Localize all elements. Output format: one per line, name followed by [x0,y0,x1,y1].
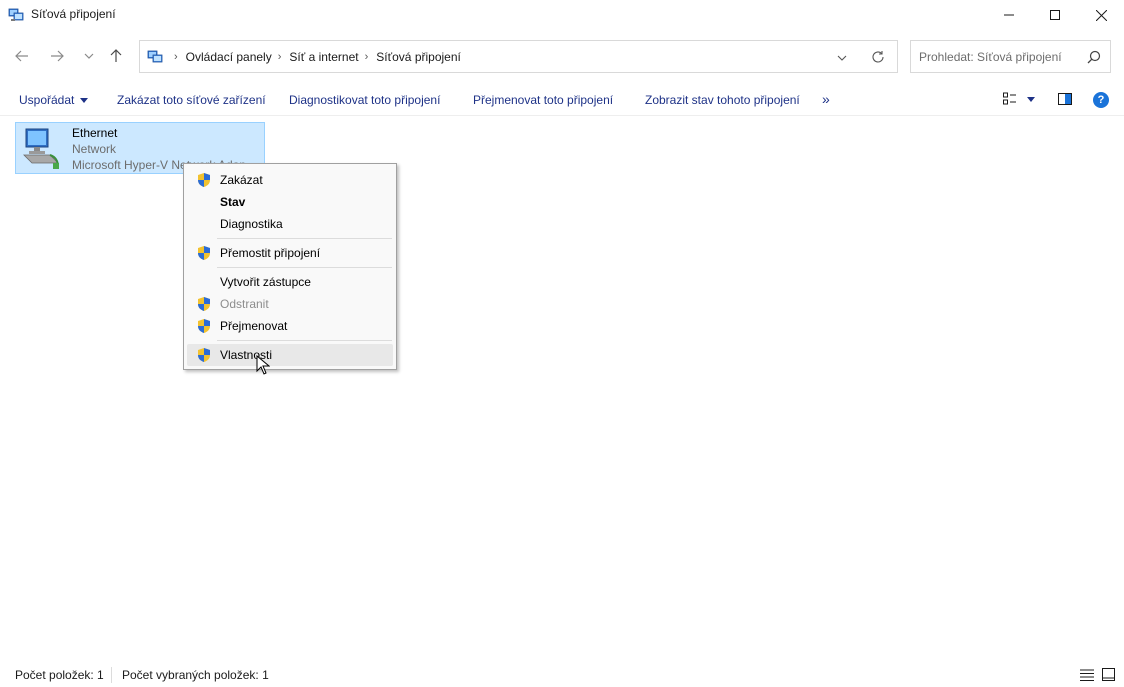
uac-shield-icon [198,348,210,362]
menu-item-label: Přejmenovat [220,319,288,333]
menu-item-label: Diagnostika [220,217,283,231]
menu-item-label: Přemostit připojení [220,246,321,260]
refresh-button[interactable] [870,49,886,65]
menu-item-label: Vytvořit zástupce [220,275,311,289]
forward-button[interactable] [46,45,68,67]
search-input[interactable] [919,49,1079,65]
search-box[interactable] [910,40,1111,73]
menu-item-rename[interactable]: Přejmenovat [187,315,393,337]
menu-item-label: Zakázat [220,173,263,187]
status-divider [111,667,112,683]
item-count: Počet položek: 1 [15,668,104,682]
breadcrumb-network-connections[interactable]: Síťová připojení [376,50,461,64]
menu-item-properties[interactable]: Vlastnosti [187,344,393,366]
up-button[interactable] [105,45,127,67]
context-menu: Zakázat Stav Diagnostika Přemostit připo… [183,163,397,370]
chevron-right-icon[interactable]: › [174,51,178,63]
menu-item-label: Odstranit [220,297,269,311]
close-button[interactable] [1078,0,1124,30]
connection-name: Ethernet [72,126,118,140]
rename-connection-button[interactable]: Přejmenovat toto připojení [473,93,613,107]
caret-down-icon [80,98,89,104]
chevron-down-icon [84,53,94,59]
breadcrumb-network-internet[interactable]: Síť a internet [289,50,358,64]
breadcrumb: › Ovládací panely › Síť a internet › Síť… [168,50,461,64]
uac-shield-icon [198,297,210,311]
close-icon [1095,9,1107,21]
arrow-up-icon [110,49,122,62]
address-history-button[interactable] [834,50,850,66]
window-title: Síťová připojení [31,7,116,21]
preview-pane-icon[interactable] [1058,93,1072,105]
menu-item-create-shortcut[interactable]: Vytvořit zástupce [187,271,393,293]
details-view-icon[interactable] [1080,669,1094,681]
organize-button[interactable]: Uspořádat [19,93,89,107]
search-icon[interactable] [1087,50,1101,64]
disable-device-button[interactable]: Zakázat toto síťové zařízení [117,93,266,107]
status-bar: Počet položek: 1 Počet vybraných položek… [0,663,1124,687]
more-commands-button[interactable]: » [822,91,830,107]
view-status-button[interactable]: Zobrazit stav tohoto připojení [645,93,800,107]
menu-separator [217,340,392,341]
minimize-button[interactable] [986,0,1032,30]
chevron-right-icon[interactable]: › [365,51,369,63]
view-options-caret-icon[interactable] [1027,97,1035,102]
uac-shield-icon [198,319,210,333]
help-button[interactable]: ? [1093,92,1109,108]
menu-item-label: Stav [220,195,246,209]
uac-shield-icon [198,246,210,260]
uac-shield-icon [198,173,210,187]
breadcrumb-control-panel[interactable]: Ovládací panely [186,50,272,64]
menu-separator [217,267,392,268]
command-bar: Uspořádat Zakázat toto síťové zařízení D… [0,84,1124,116]
arrow-right-icon [51,50,64,62]
chevron-right-icon[interactable]: › [278,51,282,63]
menu-item-disable[interactable]: Zakázat [187,169,393,191]
menu-item-status[interactable]: Stav [187,191,393,213]
refresh-icon [872,51,884,63]
large-icons-view-icon[interactable] [1102,668,1115,681]
network-connections-icon [8,8,24,21]
address-bar[interactable]: › Ovládací panely › Síť a internet › Síť… [139,40,898,73]
menu-item-delete: Odstranit [187,293,393,315]
maximize-icon [1050,10,1060,20]
maximize-button[interactable] [1032,0,1078,30]
selected-count: Počet vybraných položek: 1 [122,668,269,682]
connection-status: Network [72,142,117,156]
network-connections-icon [147,50,163,63]
change-view-icon[interactable] [1003,92,1017,106]
minimize-icon [1004,14,1014,16]
organize-label: Uspořádat [19,93,75,107]
menu-separator [217,238,392,239]
arrow-left-icon [15,50,28,62]
diagnose-connection-button[interactable]: Diagnostikovat toto připojení [289,93,440,107]
title-bar: Síťová připojení [0,0,1124,30]
menu-item-diagnostics[interactable]: Diagnostika [187,213,393,235]
recent-locations-button[interactable] [78,45,100,67]
back-button[interactable] [11,45,33,67]
menu-item-bridge[interactable]: Přemostit připojení [187,242,393,264]
chevron-down-icon [837,55,847,61]
ethernet-adapter-icon [23,128,59,169]
mouse-pointer-icon [256,355,270,375]
